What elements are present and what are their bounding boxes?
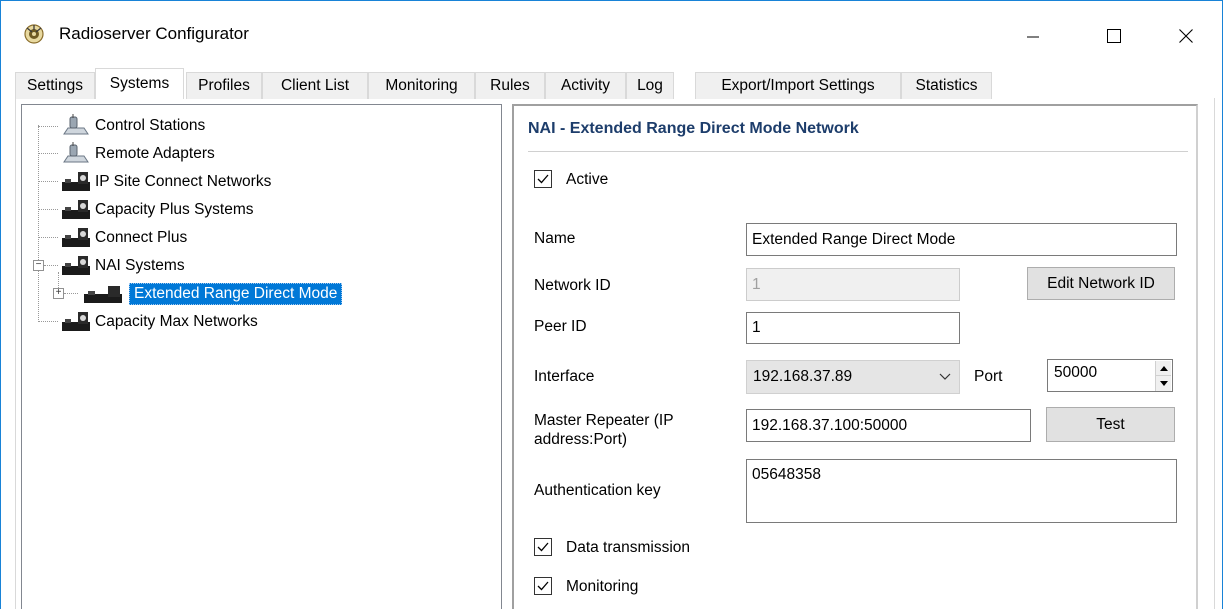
- tree-connector: [38, 209, 58, 210]
- chevron-down-icon: [939, 373, 951, 380]
- tab-activity[interactable]: Activity: [545, 72, 626, 99]
- port-increment-button[interactable]: [1156, 361, 1171, 376]
- port-value: 50000: [1054, 364, 1098, 381]
- maximize-icon: [1107, 29, 1121, 43]
- port-stepper[interactable]: 50000: [1047, 359, 1173, 392]
- tree-item-label: Remote Adapters: [95, 145, 215, 162]
- tab-systems[interactable]: Systems: [95, 68, 184, 99]
- systems-tree[interactable]: − + Control Stations Remote Adapters IP …: [21, 104, 502, 609]
- master-repeater-label-line1: Master Repeater (IP: [534, 412, 674, 429]
- remote-adapter-icon: [60, 142, 92, 166]
- tab-settings[interactable]: Settings: [15, 72, 95, 99]
- interface-label: Interface: [534, 368, 595, 385]
- window-title: Radioserver Configurator: [59, 24, 249, 43]
- network-id-field: 1: [746, 268, 960, 301]
- tree-item-label: IP Site Connect Networks: [95, 173, 272, 190]
- network-icon: [60, 170, 92, 194]
- edit-network-id-button[interactable]: Edit Network ID: [1027, 267, 1175, 300]
- network-icon: [80, 282, 126, 306]
- tree-item-capacity-max-networks[interactable]: Capacity Max Networks: [60, 309, 258, 335]
- name-label: Name: [534, 230, 576, 247]
- master-repeater-field[interactable]: 192.168.37.100:50000: [746, 409, 1031, 442]
- tab-monitoring[interactable]: Monitoring: [368, 72, 475, 99]
- app-logo-icon: [23, 23, 45, 45]
- active-label: Active: [566, 171, 609, 188]
- tree-item-capacity-plus-systems[interactable]: Capacity Plus Systems: [60, 197, 254, 223]
- tab-profiles[interactable]: Profiles: [186, 72, 262, 99]
- tree-item-label: Control Stations: [95, 117, 206, 134]
- tree-connector: [38, 321, 58, 322]
- tab-log[interactable]: Log: [626, 72, 674, 99]
- authentication-key-field[interactable]: 05648358: [746, 459, 1177, 523]
- checkmark-icon: [537, 174, 549, 184]
- close-icon: [1179, 29, 1193, 43]
- control-station-icon: [60, 114, 92, 138]
- tab-export-import-settings[interactable]: Export/Import Settings: [695, 72, 901, 99]
- tree-connector: [64, 293, 78, 294]
- tree-item-ip-site-connect-networks[interactable]: IP Site Connect Networks: [60, 169, 271, 195]
- monitoring-checkbox[interactable]: [534, 577, 552, 595]
- network-id-label: Network ID: [534, 277, 611, 294]
- tab-client-list[interactable]: Client List: [262, 72, 368, 99]
- tree-connector: [38, 126, 58, 127]
- tree-item-label: NAI Systems: [95, 257, 185, 274]
- tree-item-extended-range-direct-mode[interactable]: Extended Range Direct Mode: [80, 281, 343, 307]
- checkmark-icon: [537, 581, 549, 591]
- network-icon: [60, 254, 92, 278]
- collapse-nai-systems-button[interactable]: −: [33, 260, 44, 271]
- tree-connector: [38, 125, 39, 322]
- network-settings-panel: [512, 104, 1198, 609]
- test-button[interactable]: Test: [1046, 407, 1175, 442]
- peer-id-label: Peer ID: [534, 318, 587, 335]
- port-label: Port: [974, 368, 1003, 385]
- network-icon: [60, 198, 92, 222]
- tree-item-nai-systems[interactable]: NAI Systems: [60, 253, 185, 279]
- panel-title-divider: [528, 151, 1188, 152]
- tab-statistics[interactable]: Statistics: [901, 72, 992, 99]
- interface-selected-value: 192.168.37.89: [753, 368, 853, 385]
- minimize-icon: [1027, 36, 1039, 38]
- tree-item-label: Extended Range Direct Mode: [129, 283, 343, 305]
- app-window: Radioserver Configurator Settings System…: [0, 0, 1223, 609]
- network-icon: [60, 310, 92, 334]
- tree-connector: [38, 153, 58, 154]
- tree-item-label: Capacity Max Networks: [95, 313, 258, 330]
- arrow-up-icon: [1159, 365, 1168, 371]
- tab-strip: Settings Systems Profiles Client List Mo…: [15, 68, 1215, 99]
- tree-item-remote-adapters[interactable]: Remote Adapters: [60, 141, 215, 167]
- minimize-button[interactable]: [1010, 13, 1056, 59]
- name-field[interactable]: Extended Range Direct Mode: [746, 223, 1177, 256]
- interface-dropdown[interactable]: 192.168.37.89: [746, 360, 960, 394]
- tree-connector: [38, 181, 58, 182]
- close-button[interactable]: [1163, 13, 1209, 59]
- data-transmission-label: Data transmission: [566, 539, 691, 556]
- tree-item-connect-plus[interactable]: Connect Plus: [60, 225, 187, 251]
- arrow-down-icon: [1159, 381, 1168, 386]
- expand-extended-range-button[interactable]: +: [53, 288, 64, 299]
- tab-rules[interactable]: Rules: [475, 72, 545, 99]
- tree-item-control-stations[interactable]: Control Stations: [60, 113, 205, 139]
- master-repeater-label-line2: address:Port): [534, 431, 628, 448]
- tree-connector: [44, 265, 58, 266]
- checkmark-icon: [537, 542, 549, 552]
- title-bar: Radioserver Configurator: [1, 1, 1222, 67]
- maximize-button[interactable]: [1091, 13, 1137, 59]
- active-checkbox[interactable]: [534, 170, 552, 188]
- authentication-key-label: Authentication key: [534, 482, 661, 499]
- port-decrement-button[interactable]: [1156, 376, 1171, 391]
- tree-connector: [38, 237, 58, 238]
- data-transmission-checkbox[interactable]: [534, 538, 552, 556]
- port-stepper-buttons: [1155, 361, 1171, 391]
- tree-item-label: Capacity Plus Systems: [95, 201, 254, 218]
- tree-item-label: Connect Plus: [95, 229, 188, 246]
- panel-title: NAI - Extended Range Direct Mode Network: [528, 120, 859, 137]
- peer-id-field[interactable]: 1: [746, 312, 960, 344]
- monitoring-label: Monitoring: [566, 578, 639, 595]
- network-icon: [60, 226, 92, 250]
